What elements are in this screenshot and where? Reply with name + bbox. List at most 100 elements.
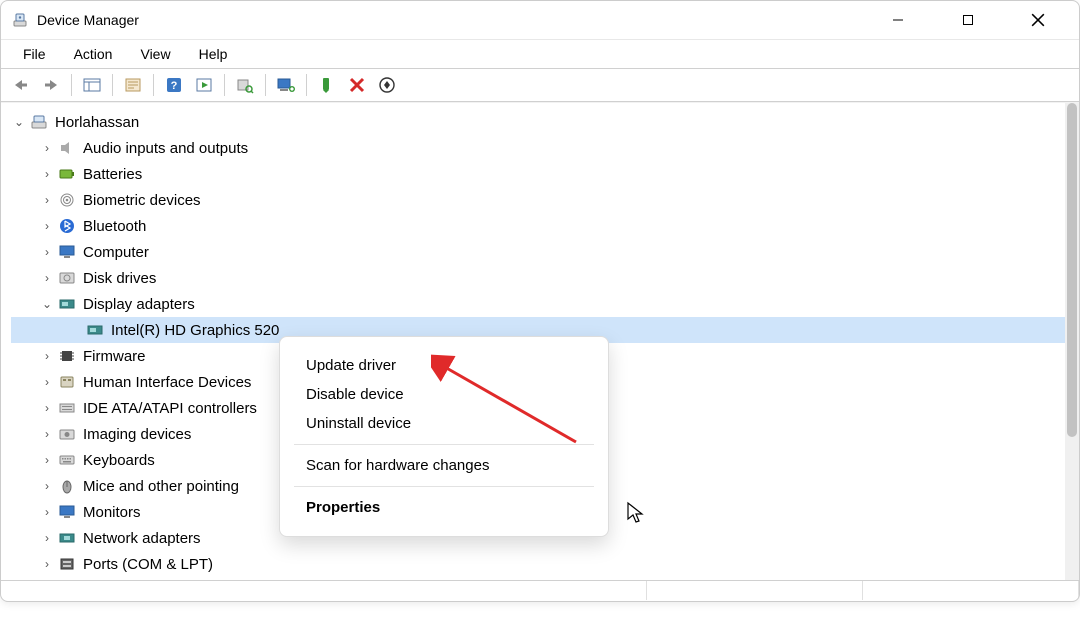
- keyboard-icon: [57, 450, 77, 470]
- ctx-update-driver[interactable]: Update driver: [280, 351, 608, 380]
- vertical-scrollbar[interactable]: [1065, 103, 1079, 580]
- tree-item-audio[interactable]: › Audio inputs and outputs: [11, 135, 1065, 161]
- chevron-right-icon[interactable]: ›: [39, 557, 55, 571]
- ctx-scan-hardware[interactable]: Scan for hardware changes: [280, 451, 608, 480]
- enable-device-button[interactable]: [313, 72, 341, 98]
- tree-item-display-adapters[interactable]: ⌄ Display adapters: [11, 291, 1065, 317]
- maximize-button[interactable]: [933, 1, 1003, 39]
- menu-view[interactable]: View: [128, 44, 182, 64]
- ctx-uninstall-device[interactable]: Uninstall device: [280, 409, 608, 438]
- display-adapter-icon: [85, 320, 105, 340]
- chevron-down-icon[interactable]: ⌄: [39, 297, 55, 311]
- menu-help[interactable]: Help: [187, 44, 240, 64]
- chevron-right-icon[interactable]: ›: [39, 167, 55, 181]
- monitor-icon: [57, 502, 77, 522]
- ctx-disable-device[interactable]: Disable device: [280, 380, 608, 409]
- chevron-right-icon[interactable]: ›: [39, 271, 55, 285]
- window-title: Device Manager: [37, 12, 139, 28]
- window-controls: [863, 1, 1073, 39]
- bluetooth-icon: [57, 216, 77, 236]
- hid-icon: [57, 372, 77, 392]
- tree-item-label: Batteries: [83, 166, 142, 183]
- scan-hardware-button[interactable]: [231, 72, 259, 98]
- tree-item-label: IDE ATA/ATAPI controllers: [83, 400, 257, 417]
- tree-item-label: Human Interface Devices: [83, 374, 251, 391]
- chevron-right-icon[interactable]: ›: [39, 245, 55, 259]
- window: Device Manager File Action View Help: [0, 0, 1080, 602]
- toolbar-separator: [153, 74, 154, 96]
- tree-item-label: Audio inputs and outputs: [83, 140, 248, 157]
- tree-item-label: Firmware: [83, 348, 146, 365]
- chevron-right-icon[interactable]: ›: [39, 479, 55, 493]
- toolbar-separator: [306, 74, 307, 96]
- chevron-right-icon[interactable]: ›: [39, 193, 55, 207]
- minimize-button[interactable]: [863, 1, 933, 39]
- chevron-right-icon[interactable]: ›: [39, 427, 55, 441]
- update-driver-button[interactable]: [272, 72, 300, 98]
- close-button[interactable]: [1003, 1, 1073, 39]
- tree-root-label: Horlahassan: [55, 114, 139, 131]
- speaker-icon: [57, 138, 77, 158]
- tree-item-ports[interactable]: › Ports (COM & LPT): [11, 551, 1065, 577]
- context-menu: Update driver Disable device Uninstall d…: [279, 336, 609, 537]
- ctx-separator: [294, 444, 594, 445]
- status-cell: [863, 581, 1079, 600]
- fingerprint-icon: [57, 190, 77, 210]
- tree-item-label: Mice and other pointing: [83, 478, 239, 495]
- svg-text:?: ?: [171, 80, 178, 92]
- forward-button[interactable]: [37, 72, 65, 98]
- tree-root[interactable]: ⌄ Horlahassan: [11, 109, 1065, 135]
- tree-item-batteries[interactable]: › Batteries: [11, 161, 1065, 187]
- chevron-right-icon[interactable]: ›: [39, 141, 55, 155]
- tree-item-label: Biometric devices: [83, 192, 201, 209]
- menu-action[interactable]: Action: [62, 44, 125, 64]
- status-cell: [647, 581, 863, 600]
- tree-item-label: Computer: [83, 244, 149, 261]
- chevron-down-icon[interactable]: ⌄: [11, 115, 27, 129]
- tree-item-disk-drives[interactable]: › Disk drives: [11, 265, 1065, 291]
- scroll-thumb[interactable]: [1067, 103, 1077, 437]
- toolbar-separator: [71, 74, 72, 96]
- mouse-icon: [57, 476, 77, 496]
- titlebar: Device Manager: [1, 1, 1079, 39]
- chevron-right-icon[interactable]: ›: [39, 401, 55, 415]
- show-hidden-button[interactable]: [78, 72, 106, 98]
- uninstall-device-button[interactable]: [373, 72, 401, 98]
- display-adapter-icon: [57, 294, 77, 314]
- menubar: File Action View Help: [1, 39, 1079, 68]
- chevron-right-icon[interactable]: ›: [39, 453, 55, 467]
- chevron-right-icon[interactable]: ›: [39, 375, 55, 389]
- network-icon: [57, 528, 77, 548]
- battery-icon: [57, 164, 77, 184]
- app-icon: [11, 11, 29, 29]
- chip-icon: [57, 346, 77, 366]
- tree-item-label: Bluetooth: [83, 218, 146, 235]
- help-button[interactable]: ?: [160, 72, 188, 98]
- tree-item-bluetooth[interactable]: › Bluetooth: [11, 213, 1065, 239]
- ide-icon: [57, 398, 77, 418]
- ctx-separator: [294, 486, 594, 487]
- properties-button[interactable]: [119, 72, 147, 98]
- tree-item-label: Ports (COM & LPT): [83, 556, 213, 573]
- back-button[interactable]: [7, 72, 35, 98]
- chevron-right-icon[interactable]: ›: [39, 219, 55, 233]
- chevron-right-icon[interactable]: ›: [39, 505, 55, 519]
- statusbar: [1, 580, 1079, 600]
- tree-item-label: Imaging devices: [83, 426, 191, 443]
- chevron-right-icon[interactable]: ›: [39, 349, 55, 363]
- tree-item-label: Keyboards: [83, 452, 155, 469]
- tree-item-label: Disk drives: [83, 270, 156, 287]
- ctx-properties[interactable]: Properties: [280, 493, 608, 522]
- disable-device-button[interactable]: [343, 72, 371, 98]
- toolbar-separator: [224, 74, 225, 96]
- menu-file[interactable]: File: [11, 44, 58, 64]
- tree-item-label: Intel(R) HD Graphics 520: [111, 322, 279, 339]
- monitor-icon: [57, 242, 77, 262]
- tree-item-computer[interactable]: › Computer: [11, 239, 1065, 265]
- port-icon: [57, 554, 77, 574]
- action-button[interactable]: [190, 72, 218, 98]
- chevron-right-icon[interactable]: ›: [39, 531, 55, 545]
- status-cell: [1, 581, 647, 600]
- toolbar-separator: [112, 74, 113, 96]
- tree-item-biometric[interactable]: › Biometric devices: [11, 187, 1065, 213]
